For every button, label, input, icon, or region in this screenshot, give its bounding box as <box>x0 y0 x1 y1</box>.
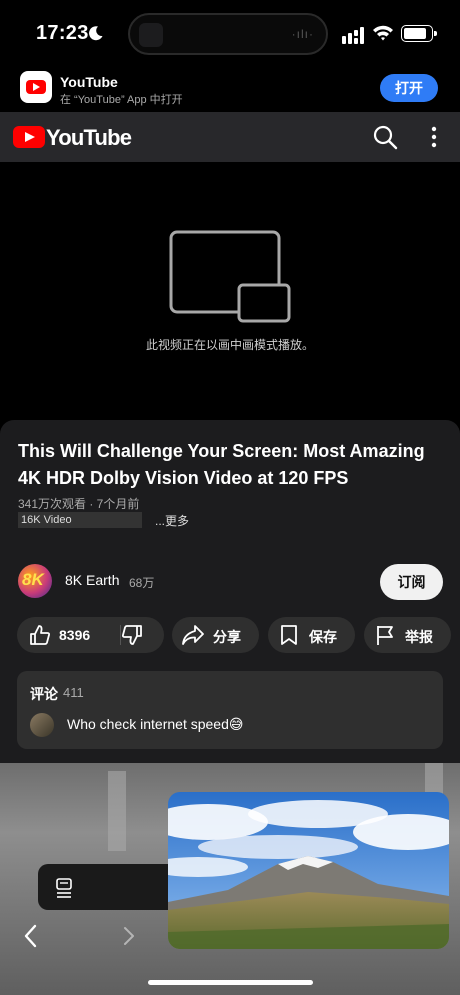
subscribe-button[interactable]: 订阅 <box>380 564 443 600</box>
dislike-icon[interactable] <box>121 624 143 646</box>
browser-page-background <box>0 763 460 995</box>
background-post <box>108 771 126 851</box>
like-dislike-pill: 8396 <box>17 617 164 653</box>
save-button[interactable]: 保存 <box>268 617 355 653</box>
app-open-banner: YouTube 在 “YouTube” App 中打开 打开 <box>0 64 460 112</box>
video-meta: 341万次观看 · 7个月前 <box>18 497 140 511</box>
status-time: 17:23 <box>36 22 89 44</box>
report-button[interactable]: 举报 <box>364 617 451 653</box>
home-indicator[interactable] <box>148 980 313 985</box>
bookmark-icon <box>281 625 297 645</box>
channel-avatar[interactable]: 8K <box>18 564 52 598</box>
channel-name[interactable]: 8K Earth <box>65 572 119 588</box>
comments-heading: 评论 <box>30 686 58 702</box>
forward-chevron-icon[interactable] <box>122 926 136 946</box>
status-bar: 17:23 ·ılı· <box>0 0 460 64</box>
banner-subtitle: 在 “YouTube” App 中打开 <box>60 94 183 106</box>
report-label: 举报 <box>405 629 433 645</box>
reader-mode-icon[interactable] <box>56 878 74 898</box>
youtube-logo-text[interactable]: YouTube <box>46 125 132 151</box>
more-options-icon[interactable] <box>428 126 440 148</box>
dynamic-island: ·ılı· <box>128 13 328 55</box>
top-comment-text: Who check internet speed😅 <box>67 716 244 732</box>
comments-section[interactable]: 评论 411 Who check internet speed😅 <box>17 671 443 749</box>
youtube-logo-icon[interactable] <box>13 126 45 148</box>
video-player[interactable]: 此视频正在以画中画模式播放。 <box>0 162 460 420</box>
share-button[interactable]: 分享 <box>172 617 259 653</box>
like-count[interactable]: 8396 <box>59 627 90 643</box>
share-label: 分享 <box>213 629 241 645</box>
video-title[interactable]: This Will Challenge Your Screen: Most Am… <box>18 438 448 492</box>
pip-video-window[interactable] <box>168 792 449 949</box>
cellular-signal-icon <box>342 27 364 44</box>
description-more-link[interactable]: ...更多 <box>155 512 189 529</box>
back-chevron-icon[interactable] <box>22 924 40 948</box>
pip-message: 此视频正在以画中画模式播放。 <box>145 338 314 352</box>
open-in-app-button[interactable]: 打开 <box>380 74 438 102</box>
wifi-icon <box>373 25 393 41</box>
channel-avatar-text: 8K <box>22 570 44 589</box>
commenter-avatar <box>30 713 54 737</box>
picture-in-picture-icon <box>169 230 291 323</box>
audio-wave-icon: ·ılı· <box>291 27 314 41</box>
do-not-disturb-moon-icon <box>89 26 103 41</box>
flag-icon <box>377 626 393 645</box>
video-hashtag[interactable]: 16K Video <box>18 512 142 528</box>
subscriber-count: 68万 <box>129 576 155 590</box>
banner-app-name: YouTube <box>60 74 118 90</box>
battery-icon <box>401 25 437 42</box>
save-label: 保存 <box>309 629 337 645</box>
island-app-icon <box>139 23 163 47</box>
comments-count: 411 <box>63 685 84 700</box>
youtube-app-icon <box>20 71 52 103</box>
like-icon[interactable] <box>29 624 51 646</box>
search-icon[interactable] <box>372 124 398 150</box>
video-info-panel: This Will Challenge Your Screen: Most Am… <box>0 420 460 763</box>
share-arrow-icon <box>182 625 204 645</box>
